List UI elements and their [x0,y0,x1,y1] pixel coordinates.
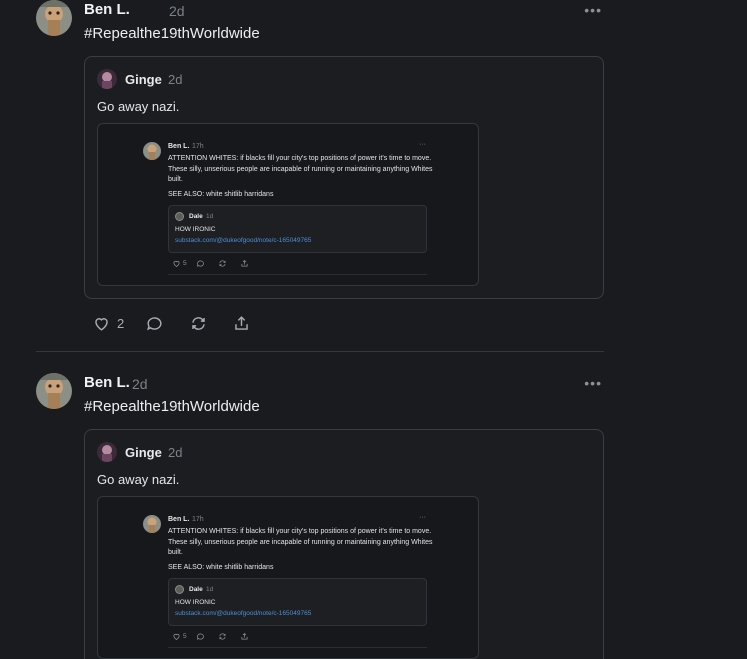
note-post: Ben L. 2d ••• #Repealthe19thWorldwide Gi… [36,0,604,340]
heart-icon [173,260,180,267]
comment-icon [196,260,204,267]
screenshot-like: 5 [172,632,187,641]
quote-text: Go away nazi. [97,99,180,114]
quote-time[interactable]: 2d [168,72,182,88]
inner-quote-author: Dale [189,213,203,220]
inner-quote-link: substack.com/@dukeofgood/note/c-16504976… [175,237,312,244]
more-icon[interactable]: ••• [584,374,602,392]
post-time[interactable]: 2d [132,375,148,393]
screenshot-avatar [143,515,161,533]
inner-quote-text: HOW IRONIC [175,599,216,606]
screenshot-author: Ben L. [168,516,190,523]
screenshot-divider [168,274,427,275]
quote-time[interactable]: 2d [168,445,182,461]
screenshot-time: 17h [192,143,204,150]
screenshot-restack [218,259,227,268]
comment-button[interactable] [145,314,164,333]
screenshot-comment [196,259,205,268]
inner-quote-author: Dale [189,586,203,593]
inner-quote-time: 1d [206,586,214,593]
heart-icon [173,633,180,640]
inner-quote-avatar [175,585,184,594]
share-icon [241,259,248,267]
screenshot-text: ATTENTION WHITES: if blacks fill your ci… [168,528,433,556]
quote-author-name[interactable]: Ginge [125,72,162,88]
share-button[interactable] [232,314,251,333]
note-post: Ben L. 2d ••• #Repealthe19thWorldwide Gi… [36,373,604,659]
screenshot-text: ATTENTION WHITES: if blacks fill your ci… [168,155,433,183]
screenshot-like-count: 5 [183,633,187,640]
quote-text: Go away nazi. [97,472,180,487]
screenshot-also: SEE ALSO: white shitlib harridans [168,191,274,198]
inner-quote-text: HOW IRONIC [175,226,216,233]
screenshot-image[interactable]: Ben L. 17h ··· ATTENTION WHITES: if blac… [97,123,479,286]
screenshot-divider [168,647,427,648]
screenshot-share [240,259,249,268]
screenshot-more-icon: ··· [419,141,426,148]
comment-icon [196,633,204,640]
author-name[interactable]: Ben L. [84,1,130,19]
restack-icon [219,260,226,267]
screenshot-inner-quote: Dale 1d HOW IRONIC substack.com/@dukeofg… [168,578,427,626]
like-button[interactable]: 2 [92,314,124,333]
post-text: #Repealthe19thWorldwide [84,25,260,42]
quote-author-name[interactable]: Ginge [125,445,162,461]
screenshot-author: Ben L. [168,143,190,150]
inner-quote-time: 1d [206,213,214,220]
inner-quote-avatar [175,212,184,221]
screenshot-like-count: 5 [183,260,187,267]
comment-icon [147,317,162,331]
screenshot-image[interactable]: Ben L. 17h ··· ATTENTION WHITES: if blac… [97,496,479,659]
like-count: 2 [117,316,125,331]
restack-icon [219,633,226,640]
inner-quote-link: substack.com/@dukeofgood/note/c-16504976… [175,610,312,617]
post-divider [36,351,604,352]
screenshot-comment [196,632,205,641]
quote-author-avatar[interactable] [97,442,117,462]
quoted-note[interactable]: Ginge 2d Go away nazi. Ben L. 17h ··· AT… [84,56,604,299]
quoted-note[interactable]: Ginge 2d Go away nazi. Ben L. 17h ··· AT… [84,429,604,659]
author-avatar[interactable] [36,0,72,36]
post-text: #Repealthe19thWorldwide [84,398,260,415]
screenshot-share [240,632,249,641]
restack-icon [192,317,205,330]
screenshot-avatar [143,142,161,160]
heart-icon [95,318,108,331]
author-avatar[interactable] [36,373,72,409]
share-icon [241,632,248,640]
screenshot-like: 5 [172,259,187,268]
more-icon[interactable]: ••• [584,1,602,19]
screenshot-restack [218,632,227,641]
author-name[interactable]: Ben L. [84,374,130,392]
screenshot-also: SEE ALSO: white shitlib harridans [168,564,274,571]
post-time[interactable]: 2d [169,2,185,20]
quote-author-avatar[interactable] [97,69,117,89]
restack-button[interactable] [189,314,208,333]
notes-feed: Ben L. 2d ••• #Repealthe19thWorldwide Gi… [0,0,747,659]
share-icon [235,316,248,330]
screenshot-inner-quote: Dale 1d HOW IRONIC substack.com/@dukeofg… [168,205,427,253]
screenshot-time: 17h [192,516,204,523]
screenshot-more-icon: ··· [419,514,426,521]
